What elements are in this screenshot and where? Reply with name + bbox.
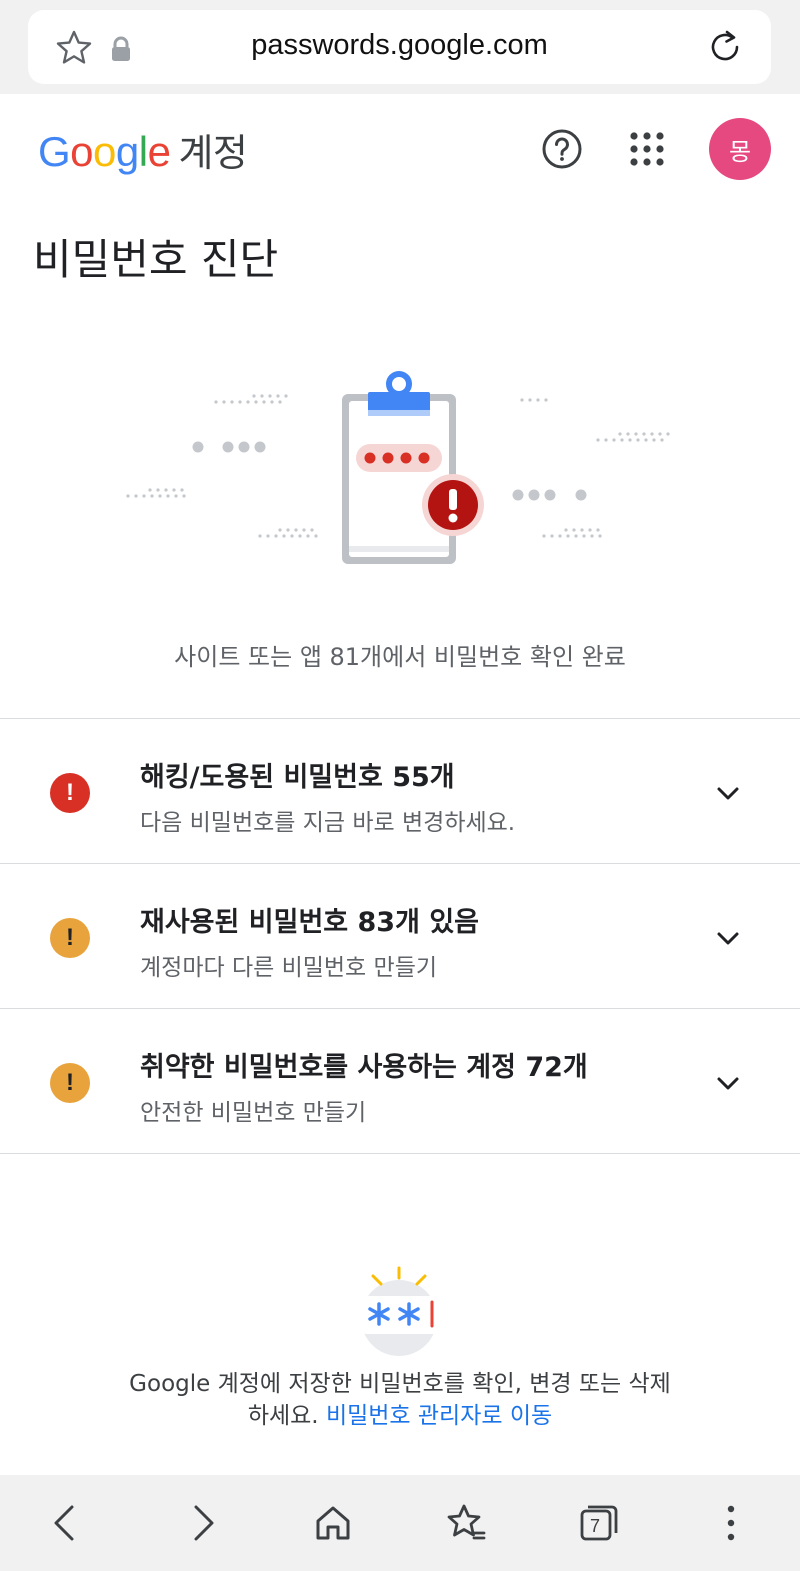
- issue-title: 재사용된 비밀번호 83개 있음: [140, 907, 480, 938]
- back-icon[interactable]: [44, 1501, 88, 1545]
- warning-icon: !: [50, 1063, 90, 1103]
- help-icon[interactable]: [541, 128, 583, 170]
- browser-nav-bar: 7: [0, 1475, 800, 1571]
- more-icon[interactable]: [709, 1501, 753, 1545]
- account-header: Google 계정 몽: [0, 94, 800, 204]
- issue-title: 해킹/도용된 비밀번호 55개: [140, 762, 455, 793]
- logo-letter: g: [115, 128, 139, 175]
- bookmarks-icon[interactable]: [444, 1501, 488, 1545]
- issue-list: ! 해킹/도용된 비밀번호 55개 다음 비밀번호를 지금 바로 변경하세요. …: [0, 718, 800, 1154]
- address-bar[interactable]: passwords.google.com: [28, 10, 771, 84]
- footer-line-1: Google 계정에 저장한 비밀번호를 확인, 변경 또는 삭제: [129, 1371, 671, 1397]
- footer-line-2: 하세요. 비밀번호 관리자로 이동: [0, 1400, 800, 1432]
- google-account-logo[interactable]: Google 계정: [38, 122, 248, 177]
- issue-weak[interactable]: ! 취약한 비밀번호를 사용하는 계정 72개 안전한 비밀번호 만들기: [0, 1009, 800, 1154]
- tabs-button[interactable]: 7: [577, 1501, 621, 1545]
- logo-letter: l: [138, 128, 148, 175]
- warning-icon: !: [50, 918, 90, 958]
- issue-subtitle: 계정마다 다른 비밀번호 만들기: [140, 955, 438, 981]
- logo-letter: G: [38, 128, 71, 175]
- url-text[interactable]: passwords.google.com: [28, 29, 771, 62]
- chevron-down-icon[interactable]: [712, 777, 744, 809]
- logo-letter: o: [70, 128, 94, 175]
- alert-icon: !: [50, 773, 90, 813]
- issue-compromised[interactable]: ! 해킹/도용된 비밀번호 55개 다음 비밀번호를 지금 바로 변경하세요.: [0, 719, 800, 864]
- forward-icon[interactable]: [180, 1501, 224, 1545]
- chevron-down-icon[interactable]: [712, 1067, 744, 1099]
- reload-icon[interactable]: [705, 27, 745, 67]
- issue-title: 취약한 비밀번호를 사용하는 계정 72개: [140, 1052, 588, 1083]
- issue-reused[interactable]: ! 재사용된 비밀번호 83개 있음 계정마다 다른 비밀번호 만들기: [0, 864, 800, 1009]
- checkup-summary: 사이트 또는 앱 81개에서 비밀번호 확인 완료: [174, 643, 626, 671]
- avatar[interactable]: 몽: [709, 118, 771, 180]
- issue-subtitle: 다음 비밀번호를 지금 바로 변경하세요.: [140, 810, 516, 836]
- page-title: 비밀번호 진단: [33, 235, 279, 284]
- logo-letter: e: [147, 128, 171, 175]
- password-checkup-illustration: [126, 371, 670, 564]
- chevron-down-icon[interactable]: [712, 922, 744, 954]
- password-manager-link[interactable]: 비밀번호 관리자로 이동: [326, 1403, 552, 1429]
- password-manager-icon: [361, 1266, 447, 1356]
- tab-count: 7: [590, 1516, 601, 1536]
- browser-toolbar: passwords.google.com: [0, 0, 800, 94]
- password-manager-prompt: Google 계정에 저장한 비밀번호를 확인, 변경 또는 삭제 하세요. 비…: [0, 1368, 800, 1432]
- apps-icon[interactable]: [628, 130, 666, 168]
- product-name: 계정: [178, 133, 248, 175]
- footer-line-2-text: 하세요.: [247, 1403, 319, 1429]
- issue-subtitle: 안전한 비밀번호 만들기: [140, 1100, 367, 1126]
- home-icon[interactable]: [311, 1501, 355, 1545]
- logo-letter: o: [93, 128, 116, 175]
